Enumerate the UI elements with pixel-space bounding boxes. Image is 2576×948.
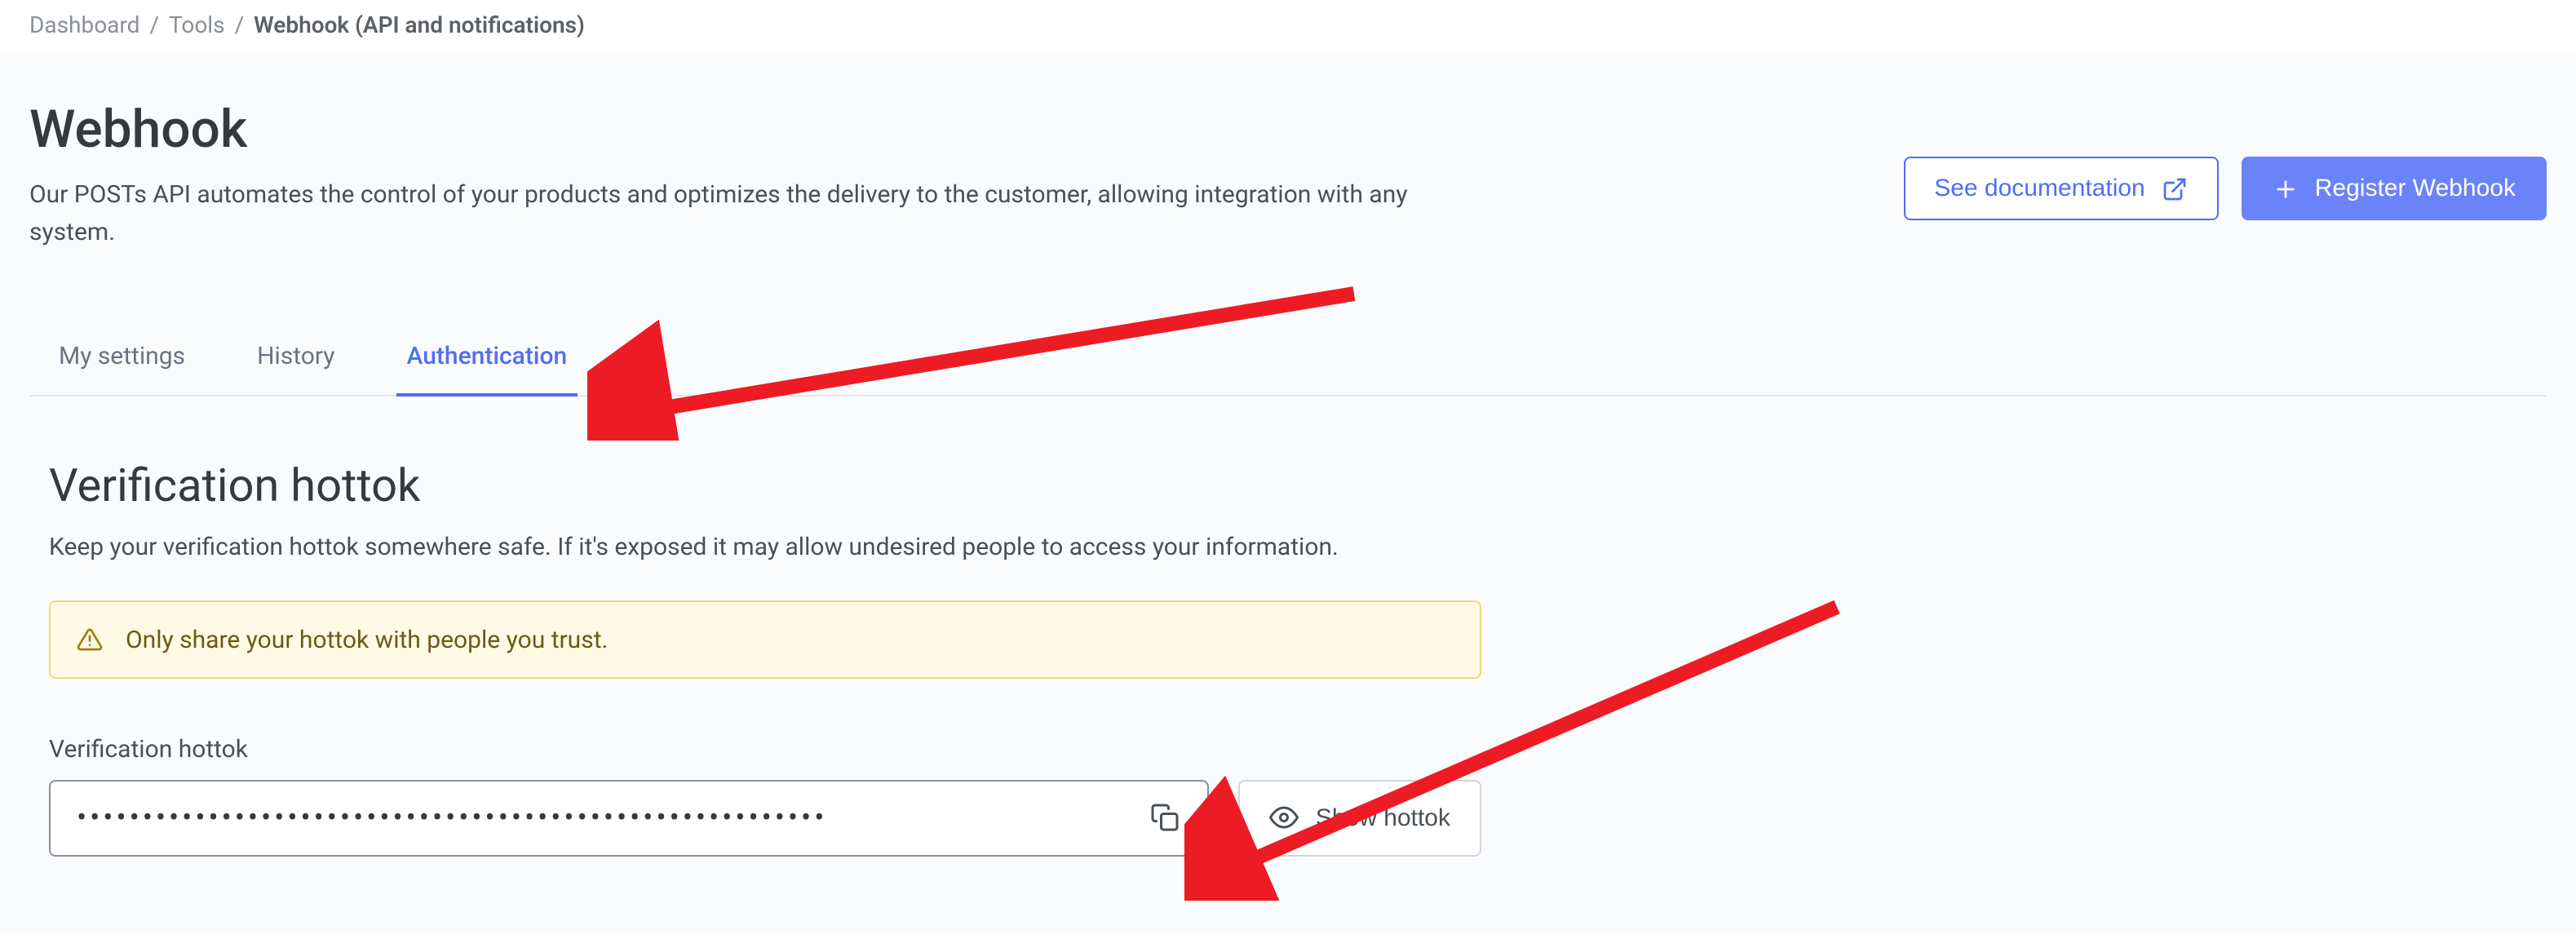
- breadcrumb-separator: /: [149, 13, 159, 39]
- copy-button[interactable]: [1144, 796, 1187, 839]
- alert-warning: Only share your hottok with people you t…: [49, 600, 1481, 678]
- tab-bar: My settings History Authentication: [29, 321, 2547, 396]
- breadcrumb-item-current: Webhook (API and notifications): [254, 13, 585, 39]
- tab-authentication[interactable]: Authentication: [397, 321, 578, 396]
- documentation-label: See documentation: [1934, 175, 2145, 202]
- breadcrumb-item-tools[interactable]: Tools: [169, 13, 225, 39]
- copy-icon: [1151, 803, 1180, 832]
- see-documentation-button[interactable]: See documentation: [1903, 157, 2219, 220]
- page-header: Webhook Our POSTs API automates the cont…: [29, 98, 2547, 252]
- tab-history[interactable]: History: [247, 321, 344, 396]
- register-webhook-button[interactable]: Register Webhook: [2242, 157, 2547, 220]
- tab-my-settings[interactable]: My settings: [49, 321, 195, 396]
- breadcrumb-separator: /: [235, 13, 245, 39]
- page-subtitle: Our POSTs API automates the control of y…: [29, 176, 1498, 252]
- breadcrumb-item-dashboard[interactable]: Dashboard: [29, 13, 139, 39]
- show-hottok-button[interactable]: Show hottok: [1239, 779, 1481, 856]
- alert-text: Only share your hottok with people you t…: [126, 624, 608, 653]
- page-title: Webhook: [29, 98, 1498, 160]
- section-subtitle: Keep your verification hottok somewhere …: [49, 531, 2547, 560]
- register-label: Register Webhook: [2315, 175, 2516, 202]
- hottok-label: Verification hottok: [49, 733, 2547, 763]
- external-link-icon: [2162, 175, 2188, 202]
- hottok-input[interactable]: [49, 779, 1210, 856]
- plus-icon: [2273, 175, 2299, 202]
- eye-icon: [1270, 803, 1299, 832]
- verification-section: Verification hottok Keep your verificati…: [29, 458, 2547, 856]
- warning-icon: [77, 626, 103, 652]
- show-hottok-label: Show hottok: [1316, 804, 1450, 831]
- section-title: Verification hottok: [49, 458, 2547, 512]
- breadcrumb: Dashboard / Tools / Webhook (API and not…: [0, 0, 2576, 52]
